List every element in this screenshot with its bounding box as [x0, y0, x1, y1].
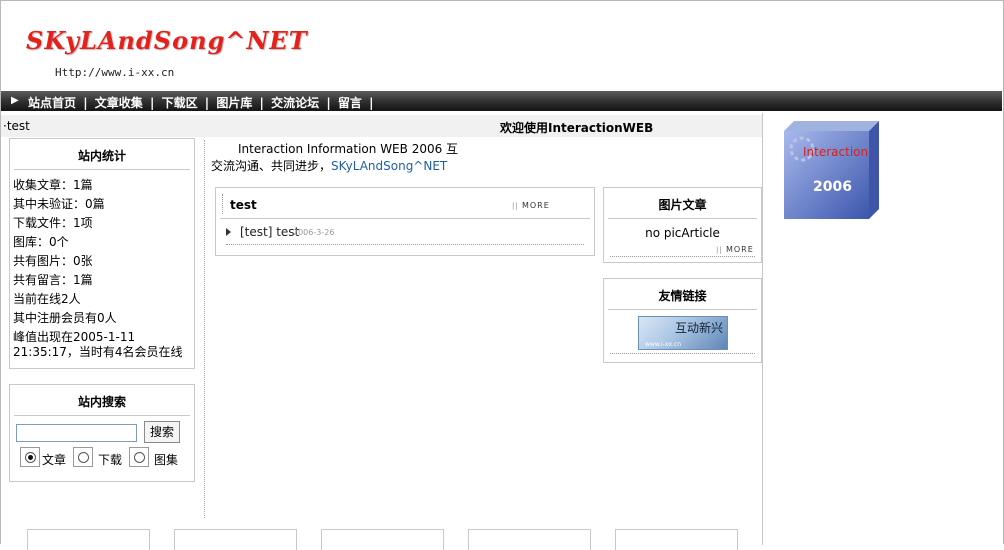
stats-title: 站内统计: [77, 149, 126, 163]
article-date: 2006-3-26: [293, 228, 335, 237]
divider: [220, 218, 590, 219]
search-button[interactable]: 搜索: [144, 421, 180, 443]
site-logo[interactable]: SKyLAndSong^NET: [26, 26, 308, 55]
search-input[interactable]: [16, 424, 137, 442]
stats-line: 收集文章：1篇: [13, 178, 93, 192]
site-url: Http://www.i-xx.cn: [55, 66, 175, 79]
divider: [222, 194, 224, 214]
cube-year: 2006: [813, 179, 852, 195]
bottom-panel: [27, 529, 150, 550]
picture-panel-title: 图片文章: [658, 198, 707, 212]
nav-separator: |: [259, 96, 264, 110]
links-panel-title: 友情链接: [658, 289, 707, 303]
nav-separator: |: [369, 96, 374, 110]
article-panel: test MORE [test] test 2006-3-26: [215, 187, 595, 256]
banner-sub: www.i-xx.cn: [645, 341, 682, 348]
title-bar: ·test 欢迎使用InteractionWEB: [1, 115, 762, 137]
radio-downloads[interactable]: [73, 447, 93, 467]
interaction-2006-logo: Interaction 2006: [784, 121, 879, 221]
partner-banner[interactable]: 互动新兴 www.i-xx.cn: [638, 316, 728, 350]
nav-arrow-icon: ▶: [11, 95, 19, 106]
search-title: 站内搜索: [77, 395, 126, 409]
nav-gallery[interactable]: 图片库: [216, 96, 252, 110]
nav-forum[interactable]: 交流论坛: [271, 96, 319, 110]
nav-home[interactable]: 站点首页: [28, 96, 76, 110]
nav-bar: ▶ 站点首页 | 文章收集 | 下载区 | 图片库 | 交流论坛 | 留言 |: [1, 91, 1002, 111]
radio-articles[interactable]: [20, 447, 40, 467]
breadcrumb: ·test: [3, 119, 30, 133]
nav-guestbook[interactable]: 留言: [338, 96, 362, 110]
stats-line: 其中注册会员有0人: [13, 311, 117, 325]
stats-line: 共有留言：1篇: [13, 273, 93, 287]
more-link[interactable]: MORE: [716, 245, 754, 254]
radio-label: 文章: [42, 453, 67, 467]
stats-line: 其中未验证：0篇: [13, 197, 105, 211]
nav-separator: |: [83, 96, 88, 110]
intro-line: 交流沟通、共同进步，SKyLAndSong^NET: [211, 158, 458, 175]
links-panel: 友情链接 互动新兴 www.i-xx.cn: [603, 278, 762, 363]
nav-separator: |: [149, 96, 155, 110]
nav-separator: |: [204, 96, 210, 110]
site-link[interactable]: SKyLAndSong^NET: [331, 159, 447, 173]
bottom-panel: [615, 529, 738, 550]
welcome-title: 欢迎使用InteractionWEB: [500, 121, 654, 135]
nav-downloads[interactable]: 下载区: [162, 96, 198, 110]
divider: [608, 218, 757, 219]
divider: [608, 309, 757, 310]
stats-line: 共有图片：0张: [13, 254, 93, 268]
dotted-divider: [610, 256, 755, 257]
radio-label: 下载: [98, 453, 123, 467]
nav-articles[interactable]: 文章收集: [95, 96, 143, 110]
stats-line: 峰值出现在2005-1-11: [13, 330, 136, 344]
stats-list: 收集文章：1篇 其中未验证：0篇 下载文件：1项 图库：0个 共有图片：0张 共…: [13, 176, 183, 360]
radio-gallery[interactable]: [129, 447, 149, 467]
search-panel: 站内搜索 搜索 文章 下载 图集: [9, 384, 195, 482]
intro-text: Interaction Information WEB 2006 互 交流沟通、…: [211, 141, 458, 175]
divider: [14, 415, 190, 416]
more-link[interactable]: MORE: [512, 201, 550, 210]
empty-message: no picArticle: [645, 226, 720, 240]
column-divider: [204, 140, 205, 518]
bottom-panel: [321, 529, 444, 550]
dotted-divider: [226, 244, 584, 245]
bullet-icon: [226, 228, 231, 236]
stats-line: 图库：0个: [13, 235, 69, 249]
bottom-panel: [468, 529, 591, 550]
stats-line: 下载文件：1项: [13, 216, 93, 230]
content-divider: [762, 113, 763, 545]
cube-label: Interaction: [803, 145, 869, 159]
nav-separator: |: [326, 96, 331, 110]
divider: [14, 169, 190, 170]
picture-panel: 图片文章 no picArticle MORE: [603, 187, 762, 263]
stats-line: 当前在线2人: [13, 292, 81, 306]
bottom-panel: [174, 529, 297, 550]
dotted-divider: [610, 353, 755, 354]
article-panel-title: test: [230, 198, 257, 212]
radio-label: 图集: [154, 453, 179, 467]
intro-line: Interaction Information WEB 2006 互: [238, 142, 459, 156]
article-title[interactable]: [test] test: [240, 225, 299, 239]
intro-prefix: 交流沟通、共同进步，: [211, 159, 332, 173]
stats-line: 21:35:17，当时有4名会员在线: [13, 345, 183, 359]
stats-panel: 站内统计 收集文章：1篇 其中未验证：0篇 下载文件：1项 图库：0个 共有图片…: [9, 138, 195, 369]
banner-text: 互动新兴: [674, 321, 723, 335]
